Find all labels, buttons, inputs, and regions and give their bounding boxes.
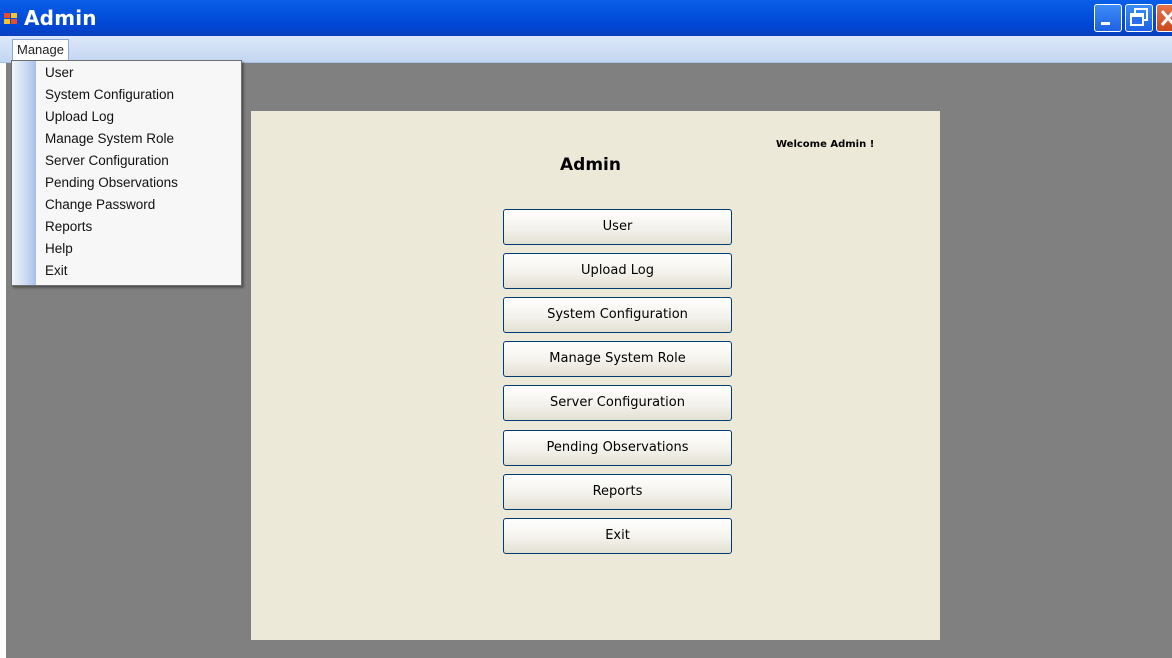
restore-icon — [1130, 8, 1148, 26]
menu-item-reports[interactable]: Reports — [45, 216, 92, 238]
exit-button[interactable]: Exit — [503, 518, 732, 554]
reports-button[interactable]: Reports — [503, 474, 732, 510]
close-button[interactable] — [1156, 4, 1172, 32]
menu-item-server-configuration[interactable]: Server Configuration — [45, 150, 169, 172]
menu-icon-stripe — [12, 61, 36, 285]
menu-item-user[interactable]: User — [45, 62, 74, 84]
minimize-button[interactable] — [1094, 4, 1122, 32]
page-heading: Admin — [560, 155, 621, 175]
server-configuration-button[interactable]: Server Configuration — [503, 385, 732, 421]
menu-item-pending-observations[interactable]: Pending Observations — [45, 172, 178, 194]
window-title: Admin — [24, 6, 97, 30]
menu-item-help[interactable]: Help — [45, 238, 73, 260]
menu-bar: Manage — [0, 36, 1172, 63]
title-bar[interactable]: Admin — [0, 0, 1172, 36]
restore-button[interactable] — [1125, 4, 1153, 32]
menu-item-change-password[interactable]: Change Password — [45, 194, 155, 216]
minimize-icon — [1101, 22, 1110, 25]
menu-item-system-configuration[interactable]: System Configuration — [45, 84, 174, 106]
close-icon — [1160, 10, 1172, 26]
manage-dropdown-menu: User System Configuration Upload Log Man… — [11, 60, 242, 286]
upload-log-button[interactable]: Upload Log — [503, 253, 732, 289]
manage-system-role-button[interactable]: Manage System Role — [503, 341, 732, 377]
menu-manage[interactable]: Manage — [12, 39, 69, 60]
app-window-icon — [4, 10, 18, 24]
menu-item-manage-system-role[interactable]: Manage System Role — [45, 128, 174, 150]
user-button[interactable]: User — [503, 209, 732, 245]
welcome-text: Welcome Admin ! — [776, 139, 875, 150]
menu-item-exit[interactable]: Exit — [45, 260, 68, 282]
system-configuration-button[interactable]: System Configuration — [503, 297, 732, 333]
pending-observations-button[interactable]: Pending Observations — [503, 430, 732, 466]
menu-item-upload-log[interactable]: Upload Log — [45, 106, 114, 128]
